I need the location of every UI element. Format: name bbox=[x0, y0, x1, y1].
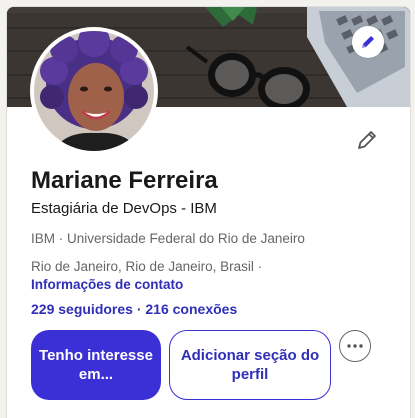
stats-separator: · bbox=[132, 301, 146, 317]
network-stats: 229 seguidores · 216 conexões bbox=[31, 301, 237, 317]
contact-info-link[interactable]: Informações de contato bbox=[31, 277, 183, 292]
add-profile-section-button[interactable]: Adicionar seção do perfil bbox=[169, 330, 331, 400]
profile-card: Mariane Ferreira Estagiária de DevOps - … bbox=[6, 6, 411, 418]
followers-link[interactable]: 229 seguidores bbox=[31, 301, 133, 317]
profile-name: Mariane Ferreira bbox=[31, 167, 218, 194]
company-link[interactable]: IBM bbox=[31, 231, 55, 246]
connections-link[interactable]: 216 conexões bbox=[145, 301, 237, 317]
profile-location: Rio de Janeiro, Rio de Janeiro, Brasil · bbox=[31, 259, 263, 274]
avatar[interactable] bbox=[30, 27, 158, 155]
ellipsis-icon bbox=[347, 344, 363, 348]
pencil-icon bbox=[358, 131, 376, 149]
company-education-line: IBM · Universidade Federal do Rio de Jan… bbox=[31, 231, 305, 246]
pencil-icon bbox=[362, 36, 374, 48]
edit-cover-button[interactable] bbox=[352, 26, 384, 58]
profile-photo bbox=[34, 31, 154, 151]
edit-profile-button[interactable] bbox=[354, 127, 380, 153]
more-actions-button[interactable] bbox=[339, 330, 371, 362]
university-link[interactable]: Universidade Federal do Rio de Janeiro bbox=[67, 231, 305, 246]
separator-dot: · bbox=[55, 231, 68, 246]
profile-headline: Estagiária de DevOps - IBM bbox=[31, 200, 217, 217]
open-to-button[interactable]: Tenho interesse em... bbox=[31, 330, 161, 400]
